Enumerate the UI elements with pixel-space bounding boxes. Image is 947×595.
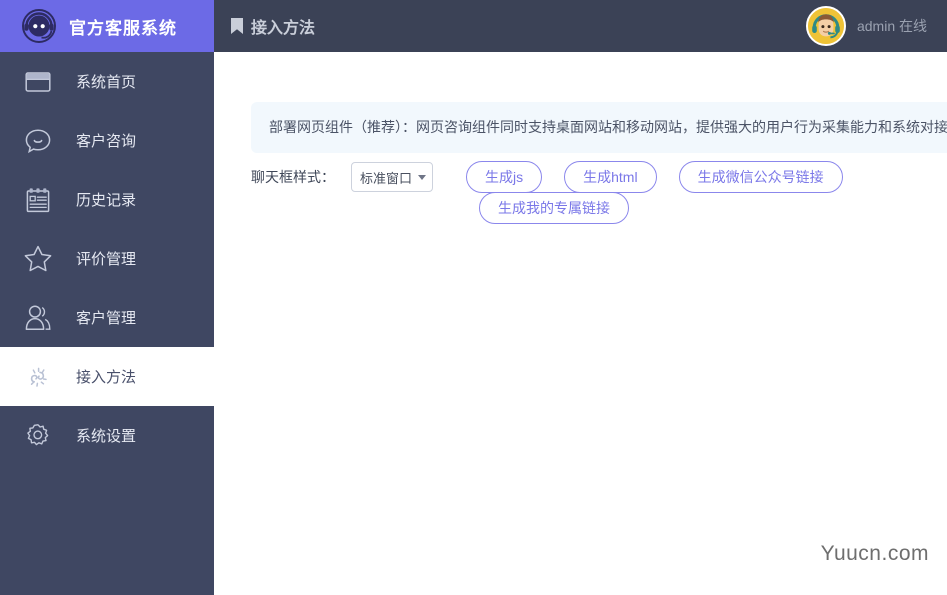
chat-style-form-row: 聊天框样式： 标准窗口 生成js 生成html 生成微信公众号链接 [251, 160, 843, 194]
sidebar-item-history[interactable]: 历史记录 [0, 170, 214, 229]
sidebar-item-consult[interactable]: 客户咨询 [0, 111, 214, 170]
page-title-group: 接入方法 [230, 14, 315, 38]
sidebar-item-label: 客户管理 [76, 310, 137, 327]
sidebar-item-access-method[interactable]: 接入方法 [0, 347, 214, 406]
user-group-icon [22, 302, 54, 334]
avatar[interactable] [805, 6, 846, 46]
generate-buttons-row-2: 生成我的专属链接 [479, 192, 629, 224]
gear-icon [22, 420, 54, 452]
chat-bubble-smile-icon [22, 125, 54, 157]
sidebar-item-settings[interactable]: 系统设置 [0, 406, 214, 465]
user-status-label: admin 在线 [856, 18, 927, 34]
info-banner: 部署网页组件（推荐）：网页咨询组件同时支持桌面网站和移动网站，提供强大的用户行为… [251, 102, 947, 153]
star-icon [22, 243, 54, 275]
sidebar-item-label: 系统首页 [76, 74, 137, 91]
headset-agent-icon [22, 9, 56, 43]
sidebar-nav: 系统首页 客户咨询 历史记录 评价管理 客户管理 接入方法 系统设置 [0, 52, 214, 465]
generate-buttons-row-1: 生成js 生成html 生成微信公众号链接 [466, 161, 843, 193]
user-area[interactable]: admin 在线 [805, 6, 927, 46]
sidebar-item-home[interactable]: 系统首页 [0, 52, 214, 111]
main-content: 部署网页组件（推荐）：网页咨询组件同时支持桌面网站和移动网站，提供强大的用户行为… [214, 52, 947, 595]
generate-my-link-button[interactable]: 生成我的专属链接 [479, 192, 629, 224]
chat-style-select[interactable]: 标准窗口 [351, 162, 433, 192]
top-header: 接入方法 admin 在线 [214, 0, 947, 52]
app-root: 官方客服系统 系统首页 客户咨询 历史记录 评价管理 客户管理 接入方法 系统设… [0, 0, 947, 595]
brand-name: 官方客服系统 [69, 18, 177, 38]
generate-js-button[interactable]: 生成js [466, 161, 543, 193]
chevron-down-icon [418, 174, 426, 180]
browser-window-icon [22, 66, 54, 98]
sidebar-item-label: 客户咨询 [76, 133, 137, 150]
sidebar: 官方客服系统 系统首页 客户咨询 历史记录 评价管理 客户管理 接入方法 系统设… [0, 0, 214, 595]
sidebar-item-label: 评价管理 [76, 251, 137, 268]
connect-burst-icon [22, 361, 54, 393]
bookmark-icon [230, 17, 244, 35]
page-title: 接入方法 [251, 20, 316, 37]
notepad-records-icon [22, 184, 54, 216]
sidebar-item-reviews[interactable]: 评价管理 [0, 229, 214, 288]
watermark: Yuucn.com [820, 542, 929, 565]
chat-style-select-value: 标准窗口 [360, 170, 413, 186]
sidebar-item-label: 接入方法 [76, 369, 137, 386]
sidebar-item-customers[interactable]: 客户管理 [0, 288, 214, 347]
sidebar-item-label: 历史记录 [76, 192, 137, 209]
sidebar-item-label: 系统设置 [76, 428, 137, 445]
generate-html-button[interactable]: 生成html [564, 161, 657, 193]
generate-wechat-link-button[interactable]: 生成微信公众号链接 [678, 161, 843, 193]
brand-logo[interactable]: 官方客服系统 [0, 0, 214, 52]
chat-style-label: 聊天框样式： [251, 169, 335, 185]
